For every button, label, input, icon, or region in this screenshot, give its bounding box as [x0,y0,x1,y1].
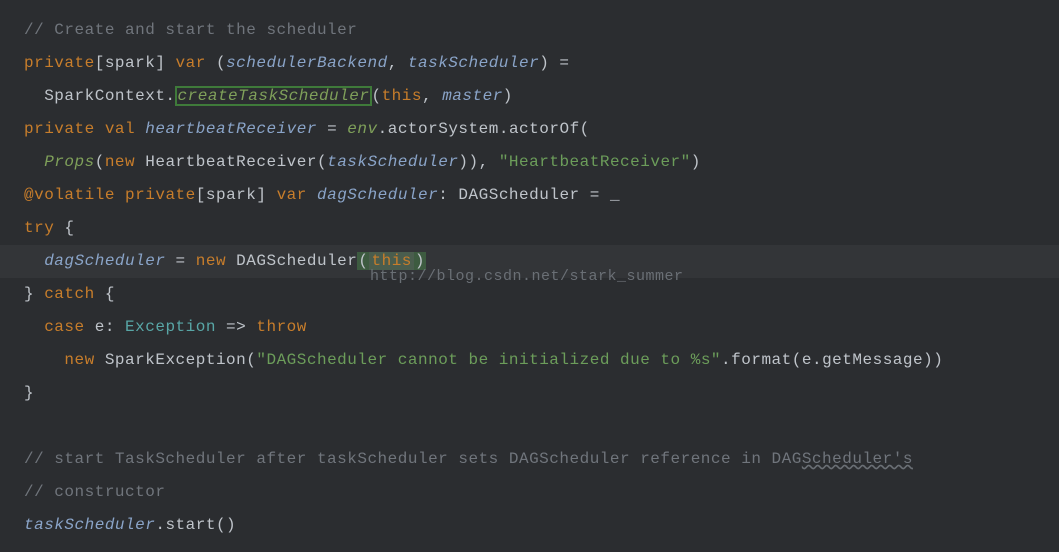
ident-taskScheduler: taskScheduler [24,516,155,534]
keyword-var: var [277,186,307,204]
code-line-current: dagScheduler = new DAGScheduler(this) [0,245,1059,278]
type-dagscheduler: DAGScheduler [458,186,579,204]
code-line: case e: Exception => throw [24,311,1059,344]
ident-sparkcontext: SparkContext [44,87,165,105]
class-sparkexception: SparkException [105,351,246,369]
keyword-val: val [105,120,135,138]
keyword-this: this [382,87,422,105]
code-line: try { [24,212,1059,245]
ident-dagScheduler: dagScheduler [44,252,165,270]
ident-dagScheduler: dagScheduler [317,186,438,204]
keyword-new: new [196,252,226,270]
code-line: } catch { [24,278,1059,311]
code-line: @volatile private[spark] var dagSchedule… [24,179,1059,212]
keyword-catch: catch [44,285,95,303]
keyword-private: private [24,54,95,72]
keyword-var: var [176,54,206,72]
annotation-volatile: volatile [34,186,115,204]
code-line: SparkContext.createTaskScheduler(this, m… [24,80,1059,113]
code-line: // constructor [24,476,1059,509]
keyword-case: case [44,318,84,336]
string-literal: "HeartbeatReceiver" [499,153,691,171]
code-line: Props(new HeartbeatReceiver(taskSchedule… [24,146,1059,179]
keyword-private: private [125,186,196,204]
code-editor[interactable]: http://blog.csdn.net/stark_summer // Cre… [0,0,1059,552]
ident-props: Props [44,153,95,171]
code-line: new SparkException("DAGScheduler cannot … [24,344,1059,377]
keyword-throw: throw [256,318,307,336]
param-schedulerBackend: schedulerBackend [226,54,388,72]
code-line: private val heartbeatReceiver = env.acto… [24,113,1059,146]
string-literal: "DAGScheduler cannot be initialized due … [256,351,721,369]
paren-close: ) [414,252,426,270]
paren-open: ( [357,252,369,270]
comment: // constructor [24,483,165,501]
method-createTaskScheduler: createTaskScheduler [176,87,372,105]
keyword-new: new [64,351,94,369]
class-dagscheduler: DAGScheduler [236,252,357,270]
ident-env: env [347,120,377,138]
param-taskScheduler: taskScheduler [408,54,539,72]
comment: // Create and start the scheduler [24,21,357,39]
comment-wavy: Scheduler's [802,450,913,468]
code-line: // start TaskScheduler after taskSchedul… [24,443,1059,476]
keyword-try: try [24,219,54,237]
code-line: } [24,377,1059,410]
code-line: // Create and start the scheduler [24,14,1059,47]
keyword-private: private [24,120,95,138]
type-exception: Exception [125,318,216,336]
comment: // start TaskScheduler after taskSchedul… [24,450,802,468]
ident-heartbeatReceiver: heartbeatReceiver [145,120,317,138]
class-heartbeatreceiver: HeartbeatReceiver [145,153,317,171]
keyword-new: new [105,153,135,171]
code-line: private[spark] var (schedulerBackend, ta… [24,47,1059,80]
param-taskScheduler: taskScheduler [327,153,458,171]
keyword-this: this [369,252,413,270]
code-line [24,410,1059,443]
param-master: master [442,87,503,105]
code-line: taskScheduler.start() [24,509,1059,542]
